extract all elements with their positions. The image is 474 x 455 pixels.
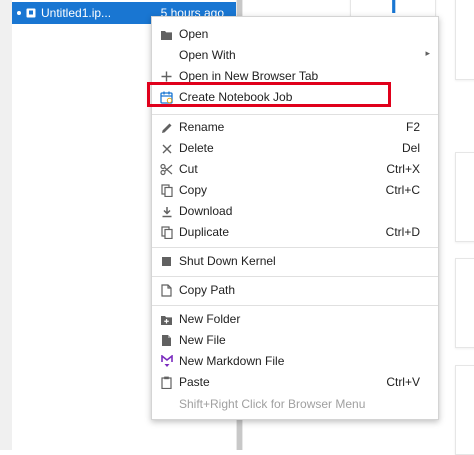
launcher-card[interactable] (455, 152, 474, 242)
menu-item-browser-menu-hint: Shift+Right Click for Browser Menu (152, 394, 438, 415)
new-file-icon (160, 334, 173, 347)
launcher-card[interactable] (455, 365, 474, 455)
menu-separator (152, 114, 438, 115)
file-icon (160, 284, 173, 297)
close-icon (160, 142, 173, 155)
download-icon (160, 205, 173, 218)
pencil-icon (160, 121, 173, 134)
highlight-box (147, 82, 391, 107)
menu-item-label: Rename (179, 120, 225, 134)
menu-item-label: Copy Path (179, 283, 236, 297)
menu-item-shortcut: Ctrl+V (386, 375, 420, 389)
menu-item-label: Shift+Right Click for Browser Menu (179, 397, 366, 411)
menu-item-shortcut: Ctrl+C (385, 183, 420, 197)
menu-item-label: Download (179, 204, 233, 218)
menu-item-shut-down-kernel[interactable]: Shut Down Kernel (152, 251, 438, 272)
menu-item-paste[interactable]: Paste Ctrl+V (152, 372, 438, 393)
menu-item-open[interactable]: Open (152, 24, 438, 45)
menu-item-shortcut: F2 (405, 120, 420, 134)
menu-item-label: Delete (179, 141, 214, 155)
running-indicator-icon (17, 11, 21, 15)
file-name: Untitled1.ip... (41, 6, 112, 20)
menu-item-open-with[interactable]: Open With ▸ (152, 45, 438, 66)
menu-item-copy[interactable]: Copy Ctrl+C (152, 180, 438, 201)
menu-item-shortcut: Ctrl+X (386, 162, 420, 176)
menu-item-label: Copy (179, 183, 208, 197)
launcher-card[interactable] (455, 0, 474, 80)
menu-item-delete[interactable]: Delete Del (152, 138, 438, 159)
new-folder-icon (160, 313, 173, 326)
notebook-icon (26, 8, 36, 18)
menu-item-label: Open With (179, 48, 236, 62)
menu-item-shortcut: Ctrl+D (385, 225, 420, 239)
menu-item-rename[interactable]: Rename F2 (152, 117, 438, 138)
menu-item-shortcut: Del (401, 141, 420, 155)
file-browser-gutter (0, 0, 12, 450)
menu-item-label: Open in New Browser Tab (179, 69, 319, 83)
duplicate-icon (160, 226, 173, 239)
markdown-icon (160, 355, 173, 368)
menu-separator (152, 276, 438, 277)
submenu-arrow-icon: ▸ (425, 48, 430, 58)
menu-item-download[interactable]: Download (152, 201, 438, 222)
scissors-icon (160, 163, 173, 176)
menu-separator (152, 305, 438, 306)
paste-icon (160, 376, 173, 389)
menu-item-new-markdown-file[interactable]: New Markdown File (152, 351, 438, 372)
stop-icon (160, 255, 173, 268)
menu-item-duplicate[interactable]: Duplicate Ctrl+D (152, 222, 438, 243)
launcher-card[interactable] (455, 258, 474, 348)
menu-item-label: Open (179, 27, 209, 41)
menu-item-label: New Markdown File (179, 354, 285, 368)
menu-item-label: New File (179, 333, 226, 347)
menu-item-label: Cut (179, 162, 198, 176)
menu-item-cut[interactable]: Cut Ctrl+X (152, 159, 438, 180)
menu-item-copy-path[interactable]: Copy Path (152, 280, 438, 301)
menu-item-new-file[interactable]: New File (152, 330, 438, 351)
folder-icon (160, 28, 173, 41)
menu-item-label: Duplicate (179, 225, 230, 239)
menu-item-new-folder[interactable]: New Folder (152, 309, 438, 330)
context-menu: Open Open With ▸ Open in New Browser Tab… (151, 16, 439, 420)
menu-separator (152, 247, 438, 248)
menu-item-label: Shut Down Kernel (179, 254, 276, 268)
menu-item-label: New Folder (179, 312, 241, 326)
copy-icon (160, 184, 173, 197)
menu-item-label: Paste (179, 375, 210, 389)
